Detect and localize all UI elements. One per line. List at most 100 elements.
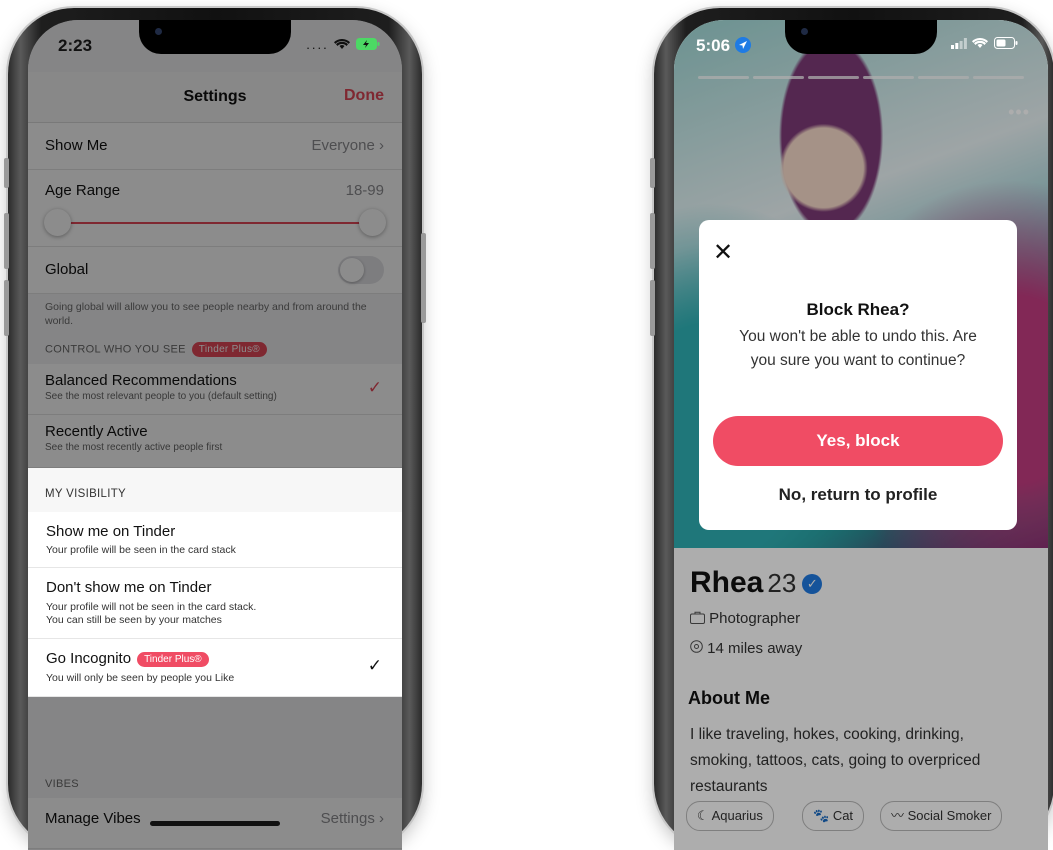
power-button [421,233,426,323]
show-me-row[interactable]: Show Me Everyone › [28,123,402,170]
profile-screen: ••• 5:06 Rhea 23 ✓ Photographer 14 miles a… [674,20,1048,850]
profile-job: Photographer [690,610,800,627]
volume-up-button [4,213,9,269]
go-incognito-row[interactable]: Go Incognito Tinder Plus® You will only b… [28,639,402,697]
zodiac-icon: ☾ [697,808,712,823]
briefcase-icon [690,611,705,624]
control-label-text: CONTROL WHO YOU SEE [45,343,186,356]
dialog-title: Block Rhea? [806,300,910,319]
show-me-value-text: Everyone [311,137,375,154]
manage-vibes-value: Settings › [321,810,384,827]
camera-icon [801,28,808,35]
dont-show-me-row[interactable]: Don't show me on Tinder Your profile wil… [28,568,402,639]
go-incognito-title-text: Go Incognito [46,650,132,667]
location-arrow-icon [734,37,751,53]
global-row: Global [28,247,402,294]
dont-show-me-subtitle-line1: Your profile will not be seen in the car… [46,601,257,613]
balanced-title-text: Balanced Recommendations [45,372,237,389]
dont-show-me-subtitle: Your profile will not be seen in the car… [46,601,256,627]
balanced-recommendations-row[interactable]: Balanced Recommendations See the most rel… [28,364,402,415]
chip-social-smoker: 〰 Social Smoker [880,801,1003,831]
block-dialog: ✕ Block Rhea? You won't be able to undo … [699,220,1017,530]
profile-job-text: Photographer [709,610,801,627]
chevron-right-icon: › [379,137,384,154]
toggle-knob [340,258,364,282]
dont-show-me-subtitle-line2: You can still be seen by your matches [46,614,222,626]
recently-active-row[interactable]: Recently Active See the most recently act… [28,415,402,468]
signal-icon [950,38,967,49]
show-me-label: Show Me [45,137,108,154]
age-range-value: 18-99 [345,182,384,199]
location-pin-icon [690,640,703,653]
dont-show-me-title: Don't show me on Tinder [46,579,212,596]
settings-nav-bar: Settings Done [28,72,402,123]
manage-vibes-label: Manage Vibes [45,810,141,827]
about-me-heading: About Me [688,688,770,708]
checkmark-icon: ✓ [367,378,382,397]
show-me-on-tinder-row[interactable]: Show me on Tinder Your profile will be s… [28,512,402,568]
verified-badge-icon: ✓ [802,574,823,595]
control-section-label: CONTROL WHO YOU SEE Tinder Plus® [45,342,267,357]
global-toggle[interactable] [338,256,384,284]
settings-screen: 2:23 .... Settings Done Show Me Everyone… [28,20,402,850]
tinder-plus-badge: Tinder Plus® [191,342,267,357]
profile-name-text: Rhea [690,566,764,599]
status-icons: .... [306,37,380,52]
checkmark-icon: ✓ [367,656,382,675]
wifi-icon [972,37,989,48]
chip-social-smoker-text: Social Smoker [907,808,992,823]
wifi-icon [334,38,351,49]
volume-up-button [650,213,655,269]
show-me-on-tinder-subtitle: Your profile will be seen in the card st… [46,544,236,556]
tinder-plus-badge-incognito: Tinder Plus® [137,651,209,667]
paw-icon: 🐾 [813,808,833,823]
age-range-label: Age Range [45,182,121,199]
show-me-value: Everyone › [311,137,384,154]
vibes-section-label: VIBES [45,778,79,790]
age-range-track [58,222,372,224]
age-min-handle[interactable] [44,209,71,236]
chip-cat: 🐾 Cat [802,801,865,831]
profile-distance: 14 miles away [690,640,802,657]
close-icon[interactable]: ✕ [713,238,733,267]
chip-aquarius: ☾ Aquarius [686,801,774,831]
right-phone-frame: ••• 5:06 Rhea 23 ✓ Photographer 14 miles a… [650,8,1053,850]
global-hint: Going global will allow you to see peopl… [45,301,367,327]
recently-active-title-text: Recently Active [45,423,148,440]
battery-icon [994,37,1018,49]
chip-aquarius-text: Aquarius [711,808,763,823]
yes-block-button[interactable]: Yes, block [713,416,1003,466]
recently-active-title: Recently Active See the most recently act… [45,423,222,453]
profile-age: 23 [767,568,797,598]
age-max-handle[interactable] [359,209,386,236]
status-time: 2:23 [58,36,93,55]
status-time-text: 5:06 [696,36,731,55]
profile-name: Rhea 23 ✓ [690,566,823,600]
signal-dots: .... [306,37,329,52]
camera-icon [155,28,162,35]
notch [785,20,937,54]
status-time: 5:06 [696,36,751,56]
chip-cat-text: Cat [832,808,854,823]
go-incognito-title: Go Incognito Tinder Plus® [46,650,209,667]
manage-vibes-value-text: Settings [320,810,375,827]
show-me-on-tinder-title: Show me on Tinder [46,523,176,540]
home-indicator[interactable] [150,821,280,826]
chevron-right-icon: › [379,810,384,827]
go-incognito-subtitle: You will only be seen by people you Like [46,672,235,684]
more-options-icon[interactable]: ••• [1008,102,1030,123]
notch [139,20,291,54]
left-phone-frame: 2:23 .... Settings Done Show Me Everyone… [4,8,426,850]
my-visibility-label: MY VISIBILITY [45,488,127,500]
status-icons [950,37,1018,52]
profile-distance-text: 14 miles away [707,640,803,657]
battery-charging-icon [356,38,380,50]
done-button[interactable]: Done [344,87,384,105]
mute-switch [4,158,9,188]
mute-switch [650,158,655,188]
smoking-icon: 〰 [891,808,908,823]
my-visibility-panel: MY VISIBILITY Show me on Tinder Your pro… [28,468,402,697]
return-to-profile-button[interactable]: No, return to profile [699,485,1017,505]
dialog-body: You won't be able to undo this. Are you … [739,328,977,369]
balanced-subtitle: See the most relevant people to you (def… [45,391,277,402]
